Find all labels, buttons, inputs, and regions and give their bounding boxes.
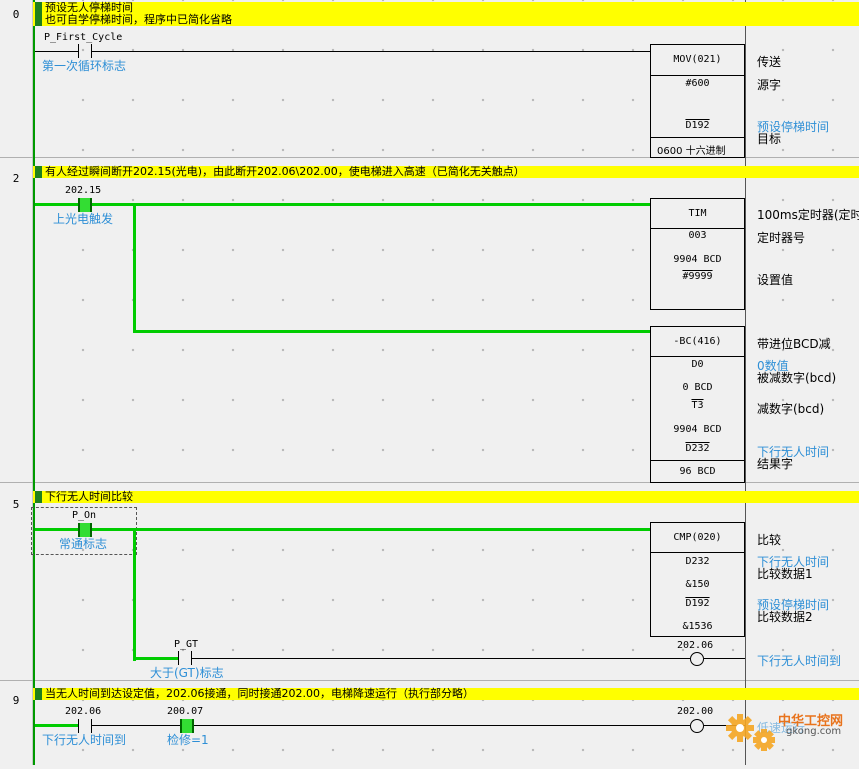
rung-comment-text: 有人经过瞬间断开202.15(光电)，由此断开202.06\202.00，使电梯…: [45, 165, 525, 178]
operand-minuend: D0: [691, 359, 704, 370]
power-flow-wire: [92, 528, 650, 531]
operand-subtrahend-value: 9904 BCD: [673, 424, 722, 435]
left-power-rail: [33, 0, 35, 765]
operand-compare2-value: &1536: [682, 621, 713, 632]
contact-operand: 202.06: [65, 706, 102, 717]
rung-number: 9: [12, 694, 20, 707]
rung-number: 2: [12, 172, 20, 185]
coil-comment: 下行无人时间到: [757, 654, 842, 668]
wire: [704, 658, 745, 659]
power-flow-wire: [35, 724, 78, 727]
coil-202-00[interactable]: [690, 719, 704, 733]
instruction-desc: 传送: [757, 55, 782, 69]
rung-comment-text: 当无人时间到达设定值，202.06接通，同时接通202.00，电梯降速运行（执行…: [45, 687, 474, 700]
timer-present-value: 9904 BCD: [673, 254, 722, 265]
operand-desc: 定时器号: [757, 231, 806, 245]
operand-compare1-value: &150: [685, 579, 710, 590]
operand-desc: 比较数据2: [757, 610, 813, 624]
rung-comment[interactable]: 当无人时间到达设定值，202.06接通，同时接通202.00，电梯降速运行（执行…: [33, 688, 859, 700]
operand-result: D232: [685, 443, 710, 454]
power-flow-branch: [133, 203, 136, 333]
contact-p-first-cycle[interactable]: [78, 44, 92, 58]
right-power-rail: [745, 0, 746, 765]
wire: [35, 51, 78, 52]
power-flow-wire: [92, 203, 650, 206]
operand-desc: 比较数据1: [757, 567, 813, 581]
operand-desc: 被减数字(bcd): [757, 371, 837, 385]
contact-operand: 200.07: [167, 706, 204, 717]
operand-result-value: 96 BCD: [679, 466, 716, 477]
contact-p-gt[interactable]: [178, 651, 192, 665]
contact-operand: P_GT: [174, 639, 199, 650]
wire: [92, 51, 650, 52]
operand-desc: 源字: [757, 78, 782, 92]
timer-number: 003: [688, 230, 707, 241]
operand-desc: 减数字(bcd): [757, 402, 825, 416]
operand-desc: 目标: [757, 132, 782, 146]
contact-operand: P_First_Cycle: [44, 32, 123, 43]
instruction-name: TIM: [688, 208, 707, 219]
wire: [194, 725, 690, 726]
instruction-name: -BC(416): [673, 336, 722, 347]
rung-comment[interactable]: 下行无人时间比较: [33, 491, 859, 503]
contact-comment: 上光电触发: [53, 212, 114, 226]
instruction-block-tim[interactable]: TIM 003 9904 BCD #9999: [650, 198, 745, 310]
divider: [651, 460, 744, 461]
comment-marker: [35, 491, 42, 503]
gkong-watermark-logo: 中华工控网 gkong.com: [720, 706, 859, 765]
contact-operand: P_On: [72, 510, 97, 521]
comment-marker: [35, 688, 42, 700]
instruction-name: CMP(020): [673, 532, 722, 543]
coil-operand: 202.00: [677, 706, 714, 717]
contact-comment: 检修=1: [167, 733, 209, 747]
rung-separator: [0, 680, 859, 681]
divider: [651, 356, 744, 357]
operand-desc: 结果字: [757, 457, 794, 471]
watermark-domain: gkong.com: [786, 726, 842, 737]
operand-dest-value: 0600 十六进制: [657, 146, 726, 157]
divider: [651, 137, 744, 138]
rung-comment-text: 下行无人时间比较: [45, 490, 133, 503]
wire: [192, 658, 690, 659]
power-flow-wire: [35, 203, 78, 206]
rung-number: 0: [12, 8, 20, 21]
instruction-block-cmp[interactable]: CMP(020) D232 &150 D192 &1536: [650, 522, 745, 637]
rung-comment[interactable]: 有人经过瞬间断开202.15(光电)，由此断开202.06\202.00，使电梯…: [33, 166, 859, 178]
contact-comment: 下行无人时间到: [42, 733, 127, 747]
instruction-desc: 带进位BCD减: [757, 337, 831, 351]
rung-number-gutter: [0, 0, 33, 765]
contact-comment: 大于(GT)标志: [150, 666, 224, 680]
comment-marker: [35, 2, 42, 26]
divider: [651, 75, 744, 76]
power-flow-wire: [35, 528, 78, 531]
wire: [92, 725, 180, 726]
operand-compare1: D232: [685, 556, 710, 567]
contact-comment: 第一次循环标志: [42, 59, 127, 73]
instruction-desc: 100ms定时器(定时器): [757, 208, 859, 222]
divider: [651, 552, 744, 553]
contact-comment: 常通标志: [59, 537, 108, 551]
coil-202-06[interactable]: [690, 652, 704, 666]
timer-set-value: #9999: [682, 271, 713, 282]
operand-desc: 设置值: [757, 273, 794, 287]
instruction-desc: 比较: [757, 533, 782, 547]
power-flow-branch: [133, 528, 136, 661]
power-flow-wire: [133, 657, 178, 660]
instruction-name: MOV(021): [673, 54, 722, 65]
divider: [651, 228, 744, 229]
operand-compare2: D192: [685, 598, 710, 609]
rung-number: 5: [12, 498, 20, 511]
operand-minuend-value: 0 BCD: [682, 382, 713, 393]
rung-comment[interactable]: 预设无人停梯时间 也可自学停梯时间，程序中已简化省略: [33, 2, 859, 26]
instruction-block-mov[interactable]: MOV(021) #600 D192 0600 十六进制: [650, 44, 745, 158]
operand-source: #600: [685, 78, 710, 89]
operand-dest: D192: [685, 120, 710, 131]
coil-operand: 202.06: [677, 640, 714, 651]
rung-comment-line2: 也可自学停梯时间，程序中已简化省略: [45, 13, 232, 26]
operand-subtrahend: T3: [691, 400, 704, 411]
comment-marker: [35, 166, 42, 178]
instruction-block-bcd-subtract[interactable]: -BC(416) D0 0 BCD T3 9904 BCD D232 96 BC…: [650, 326, 745, 483]
contact-operand: 202.15: [65, 185, 102, 196]
power-flow-wire: [133, 330, 650, 333]
